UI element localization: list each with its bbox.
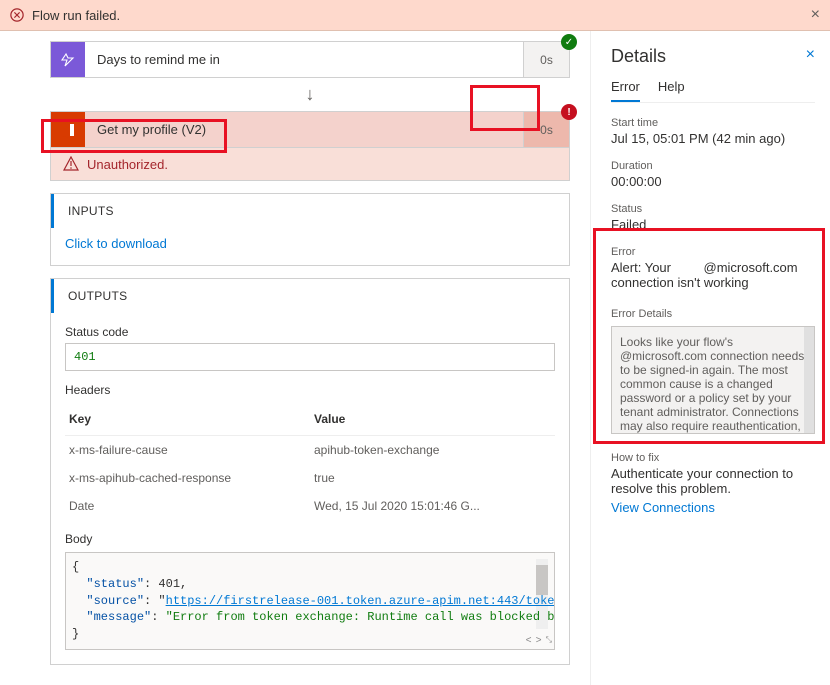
view-connections-link[interactable]: View Connections xyxy=(611,500,815,515)
flow-canvas: Days to remind me in 0s ✓ ↓ Get my profi… xyxy=(0,31,590,685)
th-key[interactable]: Key xyxy=(65,409,310,429)
details-title: Details xyxy=(611,46,815,67)
status-value: Failed xyxy=(611,217,815,232)
error-details-box[interactable]: Looks like your flow's @microsoft.com co… xyxy=(611,326,815,434)
step-days-title: Days to remind me in xyxy=(97,52,220,67)
tab-error[interactable]: Error xyxy=(611,79,640,102)
body-json[interactable]: { "status": 401, "source": "https://firs… xyxy=(65,552,555,650)
error-icon xyxy=(10,8,24,22)
body-label: Body xyxy=(65,532,555,546)
step-profile-title: Get my profile (V2) xyxy=(97,122,206,137)
headers-table: Key Value x-ms-failure-causeapihub-token… xyxy=(65,403,555,520)
step-profile-error-row: Unauthorized. xyxy=(50,148,570,181)
table-row: x-ms-failure-causeapihub-token-exchange xyxy=(65,436,555,464)
success-icon: ✓ xyxy=(561,34,577,50)
table-row: x-ms-apihub-cached-responsetrue xyxy=(65,464,555,492)
step-error-icon: ! xyxy=(561,104,577,120)
step-days-time: 0s ✓ xyxy=(523,42,569,77)
tab-help[interactable]: Help xyxy=(658,79,685,102)
start-time-value: Jul 15, 05:01 PM (42 min ago) xyxy=(611,131,815,146)
inputs-header: INPUTS xyxy=(51,194,569,228)
error-label: Error xyxy=(611,246,815,258)
step-profile-time: 0s ! xyxy=(523,112,569,147)
error-details-scrollbar[interactable] xyxy=(804,327,814,433)
fix-value: Authenticate your connection to resolve … xyxy=(611,466,815,496)
details-tabs: Error Help xyxy=(611,79,815,103)
status-label: Status xyxy=(611,203,815,215)
status-code-label: Status code xyxy=(65,325,555,339)
inputs-card: INPUTS Click to download xyxy=(50,193,570,266)
start-time-label: Start time xyxy=(611,117,815,129)
outputs-header: OUTPUTS xyxy=(51,279,569,313)
notification-text: Flow run failed. xyxy=(32,8,120,23)
status-code-value: 401 xyxy=(65,343,555,371)
details-close-icon[interactable]: × xyxy=(806,46,815,64)
details-panel: Details × Error Help Start time Jul 15, … xyxy=(590,31,830,685)
outputs-card: OUTPUTS Status code 401 Headers Key Valu… xyxy=(50,278,570,665)
fix-label: How to fix xyxy=(611,452,815,464)
step-days-icon xyxy=(51,42,85,77)
error-value: Alert: Your @microsoft.com connection is… xyxy=(611,260,815,290)
duration-label: Duration xyxy=(611,160,815,172)
step-days[interactable]: Days to remind me in 0s ✓ xyxy=(50,41,570,78)
step-profile[interactable]: Get my profile (V2) 0s ! xyxy=(50,111,570,148)
step-profile-error-text: Unauthorized. xyxy=(87,157,168,172)
notification-close-icon[interactable]: × xyxy=(811,6,820,24)
body-scrollbar-h[interactable]: <>⤡ xyxy=(526,636,552,647)
error-details-label: Error Details xyxy=(611,308,815,320)
inputs-download-link[interactable]: Click to download xyxy=(65,236,555,251)
th-value[interactable]: Value xyxy=(310,409,555,429)
table-row: DateWed, 15 Jul 2020 15:01:46 G... xyxy=(65,492,555,520)
office-icon xyxy=(51,112,85,147)
warning-icon xyxy=(63,156,79,172)
flow-arrow-icon: ↓ xyxy=(50,78,570,111)
headers-label: Headers xyxy=(65,383,555,397)
duration-value: 00:00:00 xyxy=(611,174,815,189)
notification-bar: Flow run failed. × xyxy=(0,0,830,31)
